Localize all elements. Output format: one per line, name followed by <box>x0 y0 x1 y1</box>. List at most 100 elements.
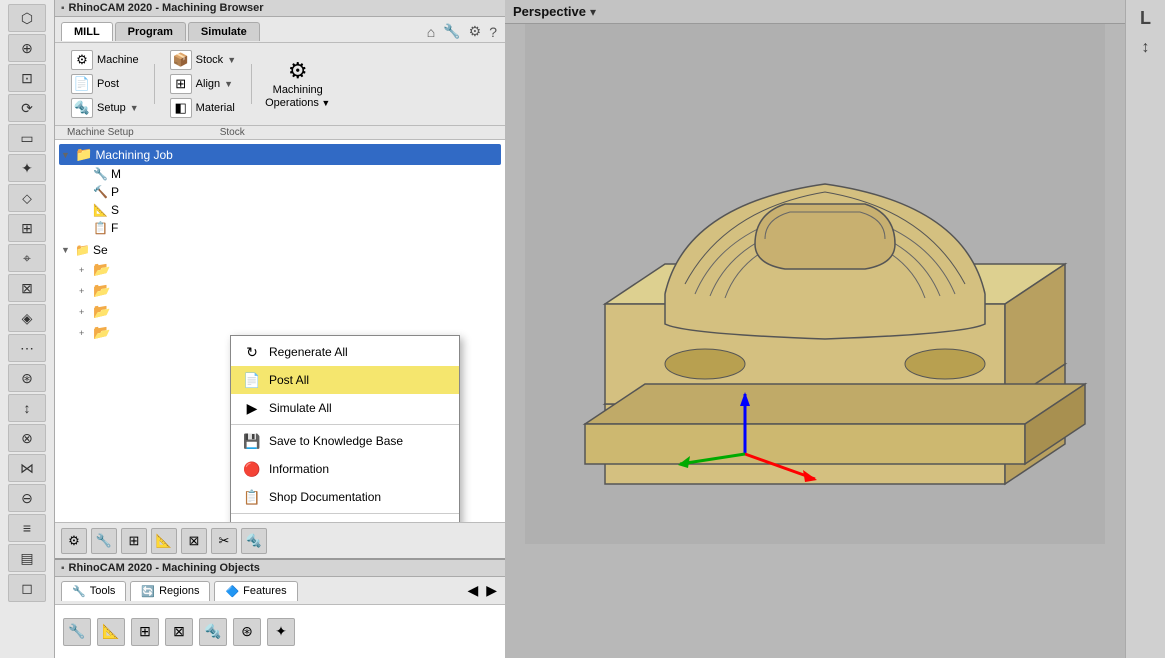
sidebar-icon-18[interactable]: ≡ <box>8 514 46 542</box>
tab-program[interactable]: Program <box>115 22 186 41</box>
sidebar-icon-5[interactable]: ▭ <box>8 124 46 152</box>
features-tab[interactable]: 🔷 Features <box>214 581 297 601</box>
menu-information[interactable]: 🔴 Information <box>231 455 459 483</box>
bottom-btn-5[interactable]: ⊠ <box>181 528 207 554</box>
gear-icon[interactable]: ⚙ <box>467 21 484 42</box>
setup-button[interactable]: 🔩 Setup ▼ <box>65 96 145 120</box>
item2-icon: 🔨 <box>93 185 108 199</box>
se-child-1[interactable]: + 📂 <box>77 259 501 280</box>
se-child3-expand: + <box>79 307 91 317</box>
tab-simulate[interactable]: Simulate <box>188 22 260 41</box>
context-menu: ↻ Regenerate All 📄 Post All ▶ Simulate A… <box>230 335 460 522</box>
menu-post-all[interactable]: 📄 Post All <box>231 366 459 394</box>
bottom-btn-6[interactable]: ✂ <box>211 528 237 554</box>
obj-btn-7[interactable]: ✦ <box>267 618 295 646</box>
se-child1-icon: 📂 <box>93 261 110 278</box>
menu-regenerate-all[interactable]: ↻ Regenerate All <box>231 338 459 366</box>
se-expand[interactable]: ▼ <box>61 245 73 255</box>
stock-button[interactable]: 📦 Stock ▼ <box>164 48 242 72</box>
viewport-arrow[interactable]: ▾ <box>590 5 596 19</box>
obj-btn-6[interactable]: ⊛ <box>233 618 261 646</box>
align-icon: ⊞ <box>170 74 192 94</box>
right-icon-1[interactable]: L <box>1136 4 1155 33</box>
material-button[interactable]: ◧ Material <box>164 96 241 120</box>
tab-mill[interactable]: MILL <box>61 22 113 41</box>
material-label: Material <box>196 102 235 114</box>
menu-shop-docs[interactable]: 📋 Shop Documentation <box>231 483 459 511</box>
root-expand[interactable]: ▼ <box>61 150 73 160</box>
bottom-btn-2[interactable]: 🔧 <box>91 528 117 554</box>
setup-label: Setup <box>97 102 126 114</box>
root-folder-icon: 📁 <box>75 146 92 163</box>
collapse-btn[interactable]: ▪ <box>61 3 65 14</box>
stock-section: 📦 Stock ▼ ⊞ Align ▼ ◧ Material <box>160 46 246 122</box>
machine-button[interactable]: ⚙ Machine <box>65 48 145 72</box>
machining-ops-button[interactable]: ⚙ MachiningOperations ▼ <box>257 56 338 112</box>
post-button[interactable]: 📄 Post <box>65 72 125 96</box>
sidebar-icon-9[interactable]: ⌖ <box>8 244 46 272</box>
obj-btn-1[interactable]: 🔧 <box>63 618 91 646</box>
sidebar-icon-1[interactable]: ⬡ <box>8 4 46 32</box>
sidebar-icon-16[interactable]: ⋈ <box>8 454 46 482</box>
nav-right[interactable]: ▶ <box>484 580 499 601</box>
bottom-btn-7[interactable]: 🔩 <box>241 528 267 554</box>
regenerate-icon: ↻ <box>243 343 261 361</box>
sidebar-icon-10[interactable]: ⊠ <box>8 274 46 302</box>
viewport: Perspective ▾ <box>505 0 1125 658</box>
help-icon[interactable]: ? <box>487 22 499 42</box>
tree-item-4[interactable]: 📋 F <box>59 219 501 237</box>
sidebar-icon-4[interactable]: ⟳ <box>8 94 46 122</box>
sidebar-icon-13[interactable]: ⊛ <box>8 364 46 392</box>
tree-item-3[interactable]: 📐 S <box>59 201 501 219</box>
bottom-btn-3[interactable]: ⊞ <box>121 528 147 554</box>
save-knowledge-icon: 💾 <box>243 432 261 450</box>
sidebar-icon-20[interactable]: ◻ <box>8 574 46 602</box>
stock-icon: 📦 <box>170 50 192 70</box>
tree-root[interactable]: ▼ 📁 Machining Job <box>59 144 501 165</box>
top-tabs: MILL Program Simulate ⌂ 🔧 ⚙ ? <box>55 17 505 43</box>
tree-area: ▼ 📁 Machining Job 🔧 M 🔨 P 📐 S <box>55 140 505 522</box>
wrench-icon[interactable]: 🔧 <box>441 21 462 42</box>
obj-btn-5[interactable]: 🔩 <box>199 618 227 646</box>
toolbar-labels: Machine Setup Stock <box>55 126 505 140</box>
item2-label: P <box>111 185 119 199</box>
left-sidebar: ⬡ ⊕ ⊡ ⟳ ▭ ✦ ⬦ ⊞ ⌖ ⊠ ◈ ⋯ ⊛ ↕ ⊗ ⋈ ⊖ ≡ ▤ ◻ <box>0 0 55 658</box>
right-icon-2[interactable]: ↕ <box>1138 35 1154 61</box>
tools-tab[interactable]: 🔧 Tools <box>61 581 126 601</box>
nav-left[interactable]: ◀ <box>465 580 480 601</box>
tree-item-2[interactable]: 🔨 P <box>59 183 501 201</box>
bottom-btn-1[interactable]: ⚙ <box>61 528 87 554</box>
se-child-3[interactable]: + 📂 <box>77 301 501 322</box>
se-child-2[interactable]: + 📂 <box>77 280 501 301</box>
align-label: Align <box>196 78 220 90</box>
sidebar-icon-12[interactable]: ⋯ <box>8 334 46 362</box>
obj-btn-3[interactable]: ⊞ <box>131 618 159 646</box>
regions-tab[interactable]: 🔄 Regions <box>130 581 210 601</box>
menu-save-knowledge[interactable]: 💾 Save to Knowledge Base <box>231 427 459 455</box>
toolbar-icons: ⌂ 🔧 ⚙ ? <box>425 21 499 42</box>
sidebar-icon-6[interactable]: ✦ <box>8 154 46 182</box>
sidebar-icon-17[interactable]: ⊖ <box>8 484 46 512</box>
sidebar-icon-14[interactable]: ↕ <box>8 394 46 422</box>
tree-item-1[interactable]: 🔧 M <box>59 165 501 183</box>
sidebar-icon-15[interactable]: ⊗ <box>8 424 46 452</box>
sidebar-icon-11[interactable]: ◈ <box>8 304 46 332</box>
sidebar-icon-2[interactable]: ⊕ <box>8 34 46 62</box>
sidebar-icon-3[interactable]: ⊡ <box>8 64 46 92</box>
sidebar-icon-8[interactable]: ⊞ <box>8 214 46 242</box>
obj-btn-2[interactable]: 📐 <box>97 618 125 646</box>
sidebar-icon-19[interactable]: ▤ <box>8 544 46 572</box>
home-icon[interactable]: ⌂ <box>425 22 437 42</box>
sidebar-icon-7[interactable]: ⬦ <box>8 184 46 212</box>
se-child4-icon: 📂 <box>93 324 110 341</box>
align-button[interactable]: ⊞ Align ▼ <box>164 72 239 96</box>
menu-simulate-all[interactable]: ▶ Simulate All <box>231 394 459 422</box>
setup-icon: 🔩 <box>71 98 93 118</box>
item3-label: S <box>111 203 119 217</box>
menu-post-label: Post All <box>269 373 309 387</box>
menu-delete-all[interactable]: ✂ Delete All <box>231 516 459 522</box>
tree-item-se[interactable]: ▼ 📁 Se <box>59 241 501 259</box>
bottom-btn-4[interactable]: 📐 <box>151 528 177 554</box>
obj-btn-4[interactable]: ⊠ <box>165 618 193 646</box>
objects-collapse[interactable]: ▪ <box>61 563 65 574</box>
